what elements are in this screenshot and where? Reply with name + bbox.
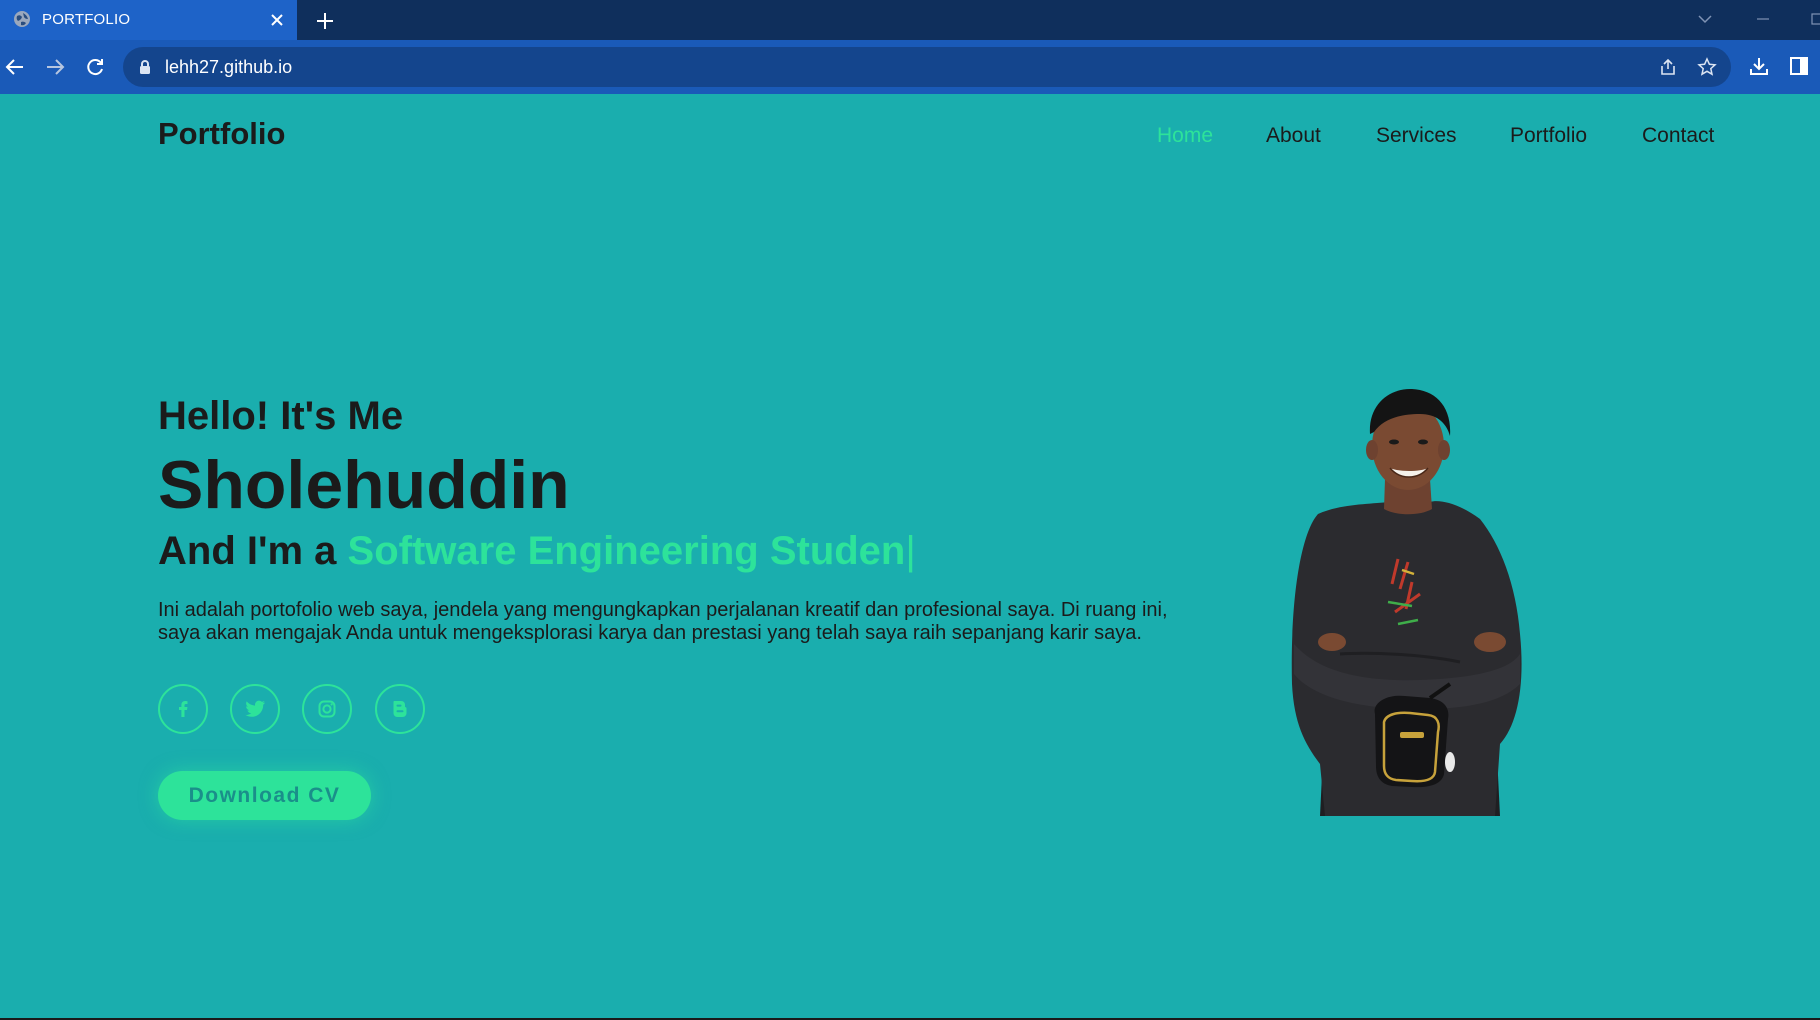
hero-description: Ini adalah portofolio web saya, jendela … xyxy=(158,599,1168,644)
maximize-icon[interactable] xyxy=(1806,8,1820,30)
minimize-icon[interactable] xyxy=(1752,8,1774,30)
lock-icon xyxy=(140,60,150,74)
social-links xyxy=(158,684,458,734)
hero-name: Sholehuddin xyxy=(158,447,570,523)
browser-tab-bar: PORTFOLIO xyxy=(0,0,1820,40)
nav-portfolio[interactable]: Portfolio xyxy=(1510,124,1587,148)
reload-icon[interactable] xyxy=(80,52,110,82)
download-cv-button[interactable]: Download CV xyxy=(158,771,371,820)
hero-role: And I'm a Software Engineering Studen| xyxy=(158,529,916,574)
site-logo[interactable]: Portfolio xyxy=(158,116,285,152)
share-icon[interactable] xyxy=(1657,56,1679,78)
url-text: lehh27.github.io xyxy=(165,57,293,77)
blogger-icon[interactable] xyxy=(375,684,425,734)
address-bar[interactable]: lehh27.github.io xyxy=(123,47,1731,87)
facebook-icon[interactable] xyxy=(158,684,208,734)
nav-about[interactable]: About xyxy=(1266,124,1321,148)
typing-caret: | xyxy=(905,529,916,573)
download-icon[interactable] xyxy=(1746,53,1772,79)
nav-home[interactable]: Home xyxy=(1157,124,1213,148)
role-prefix: And I'm a xyxy=(158,529,348,573)
globe-icon xyxy=(14,11,30,27)
browser-tab[interactable]: PORTFOLIO xyxy=(0,0,297,40)
tab-title: PORTFOLIO xyxy=(42,11,131,28)
new-tab-icon[interactable] xyxy=(312,8,338,34)
forward-arrow-icon[interactable] xyxy=(40,52,70,82)
back-arrow-icon[interactable] xyxy=(0,52,30,82)
profile-photo xyxy=(1291,388,1522,816)
close-icon[interactable] xyxy=(266,9,288,31)
twitter-icon[interactable] xyxy=(230,684,280,734)
hero-greeting: Hello! It's Me xyxy=(158,394,404,438)
role-typed-text: Software Engineering Studen xyxy=(347,529,906,573)
side-panel-icon[interactable] xyxy=(1786,53,1812,79)
nav-contact[interactable]: Contact xyxy=(1642,124,1714,148)
browser-toolbar: lehh27.github.io xyxy=(0,40,1820,94)
portfolio-page: Portfolio Home About Services Portfolio … xyxy=(0,94,1820,1020)
tab-search-chevron-icon[interactable] xyxy=(1694,8,1716,30)
bookmark-star-icon[interactable] xyxy=(1696,56,1718,78)
nav-services[interactable]: Services xyxy=(1376,124,1457,148)
instagram-icon[interactable] xyxy=(302,684,352,734)
